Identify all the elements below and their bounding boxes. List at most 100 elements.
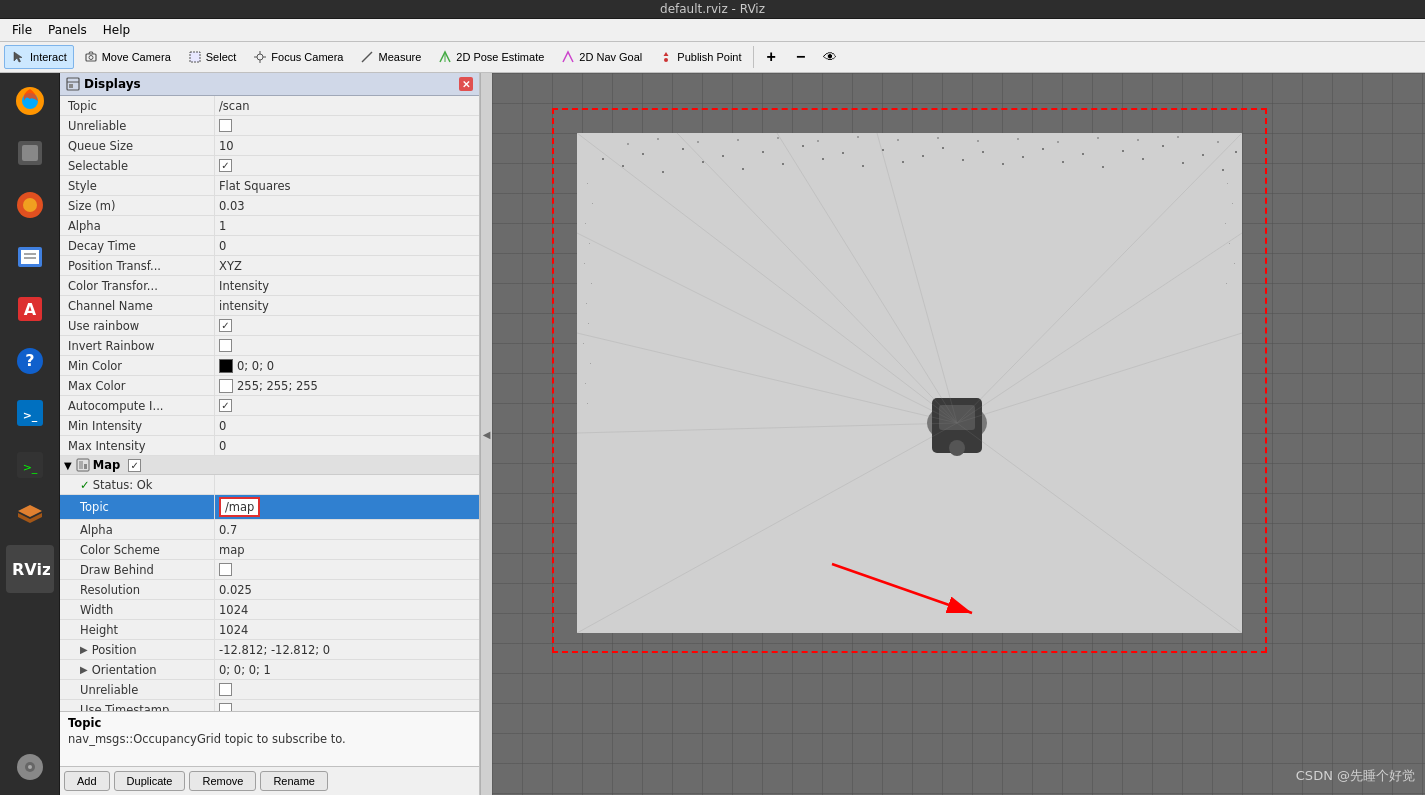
prop-max-color[interactable]: Max Color 255; 255; 255	[60, 376, 479, 396]
prop-value-use-rainbow[interactable]	[215, 316, 479, 335]
prop-value-max-color[interactable]: 255; 255; 255	[215, 376, 479, 395]
rename-button[interactable]: Rename	[260, 771, 328, 791]
prop-map-alpha[interactable]: Alpha 0.7	[60, 520, 479, 540]
max-color-swatch[interactable]	[219, 379, 233, 393]
map-enabled-checkbox[interactable]	[128, 459, 141, 472]
panel-collapse-handle[interactable]: ◀	[480, 73, 492, 795]
taskbar-item2[interactable]	[6, 129, 54, 177]
prop-value-min-color[interactable]: 0; 0; 0	[215, 356, 479, 375]
prop-selectable[interactable]: Selectable	[60, 156, 479, 176]
move-camera-button[interactable]: Move Camera	[76, 45, 178, 69]
prop-value-map-unreliable[interactable]	[215, 680, 479, 699]
prop-name-draw-behind: Draw Behind	[60, 560, 215, 579]
3d-viewport[interactable]: CSDN @先睡个好觉	[492, 73, 1425, 795]
taskbar-item6[interactable]: ?	[6, 337, 54, 385]
prop-map-topic[interactable]: Topic /map	[60, 495, 479, 520]
add-button[interactable]: Add	[64, 771, 110, 791]
svg-rect-74	[590, 363, 591, 364]
prop-min-color[interactable]: Min Color 0; 0; 0	[60, 356, 479, 376]
prop-autocompute[interactable]: Autocompute I...	[60, 396, 479, 416]
prop-size[interactable]: Size (m) 0.03	[60, 196, 479, 216]
zoom-out-button[interactable]: −	[787, 46, 814, 68]
position-expand-arrow[interactable]: ▶	[80, 644, 88, 655]
use-rainbow-checkbox[interactable]	[219, 319, 232, 332]
prop-width[interactable]: Width 1024	[60, 600, 479, 620]
prop-use-timestamp[interactable]: Use Timestamp	[60, 700, 479, 711]
zoom-in-button[interactable]: +	[758, 46, 785, 68]
prop-channel-name[interactable]: Channel Name intensity	[60, 296, 479, 316]
selectable-checkbox[interactable]	[219, 159, 232, 172]
prop-value-autocompute[interactable]	[215, 396, 479, 415]
svg-rect-60	[1057, 141, 1059, 143]
map-topic-box[interactable]: /map	[219, 497, 260, 517]
prop-height[interactable]: Height 1024	[60, 620, 479, 640]
prop-decay-time[interactable]: Decay Time 0	[60, 236, 479, 256]
prop-value-use-timestamp[interactable]	[215, 700, 479, 711]
prop-name-unreliable: Unreliable	[60, 116, 215, 135]
taskbar-terminal[interactable]: >_	[6, 441, 54, 489]
prop-color-scheme[interactable]: Color Scheme map	[60, 540, 479, 560]
displays-content[interactable]: Topic /scan Unreliable Queue Size 10 Sel…	[60, 96, 479, 711]
prop-map-unreliable[interactable]: Unreliable	[60, 680, 479, 700]
orientation-expand-arrow[interactable]: ▶	[80, 664, 88, 675]
prop-queuesize[interactable]: Queue Size 10	[60, 136, 479, 156]
prop-invert-rainbow[interactable]: Invert Rainbow	[60, 336, 479, 356]
prop-draw-behind[interactable]: Draw Behind	[60, 560, 479, 580]
publish-point-button[interactable]: Publish Point	[651, 45, 748, 69]
taskbar-layers[interactable]	[6, 493, 54, 541]
2d-pose-button[interactable]: 2D Pose Estimate	[430, 45, 551, 69]
svg-rect-118	[1062, 161, 1064, 163]
prop-color-transf[interactable]: Color Transfor... Intensity	[60, 276, 479, 296]
svg-rect-70	[591, 283, 592, 284]
toolbar: Interact Move Camera Select Focus Camera…	[0, 42, 1425, 73]
menu-file[interactable]: File	[4, 21, 40, 39]
remove-button[interactable]: Remove	[189, 771, 256, 791]
taskbar-item4[interactable]	[6, 233, 54, 281]
prop-resolution[interactable]: Resolution 0.025	[60, 580, 479, 600]
taskbar-item3[interactable]	[6, 181, 54, 229]
focus-camera-button[interactable]: Focus Camera	[245, 45, 350, 69]
select-button[interactable]: Select	[180, 45, 244, 69]
prop-use-rainbow[interactable]: Use rainbow	[60, 316, 479, 336]
unreliable-checkbox[interactable]	[219, 119, 232, 132]
svg-rect-58	[977, 140, 979, 142]
map-section-header[interactable]: ▼ Map	[60, 456, 479, 475]
view-button[interactable]: 👁	[816, 45, 844, 69]
use-timestamp-checkbox[interactable]	[219, 703, 232, 711]
taskbar-vscode[interactable]: >_	[6, 389, 54, 437]
prop-value-selectable[interactable]	[215, 156, 479, 175]
nav-icon	[560, 49, 576, 65]
prop-value-draw-behind[interactable]	[215, 560, 479, 579]
prop-value-invert-rainbow[interactable]	[215, 336, 479, 355]
move-camera-label: Move Camera	[102, 51, 171, 63]
panel-close-button[interactable]: ✕	[459, 77, 473, 91]
prop-max-intensity[interactable]: Max Intensity 0	[60, 436, 479, 456]
measure-button[interactable]: Measure	[352, 45, 428, 69]
prop-topic[interactable]: Topic /scan	[60, 96, 479, 116]
draw-behind-checkbox[interactable]	[219, 563, 232, 576]
duplicate-button[interactable]: Duplicate	[114, 771, 186, 791]
prop-min-intensity[interactable]: Min Intensity 0	[60, 416, 479, 436]
taskbar-disc[interactable]	[6, 743, 54, 791]
invert-rainbow-checkbox[interactable]	[219, 339, 232, 352]
autocompute-checkbox[interactable]	[219, 399, 232, 412]
2d-nav-button[interactable]: 2D Nav Goal	[553, 45, 649, 69]
min-color-swatch[interactable]	[219, 359, 233, 373]
prop-map-status[interactable]: ✓ Status: Ok	[60, 475, 479, 495]
menu-panels[interactable]: Panels	[40, 21, 95, 39]
taskbar-firefox[interactable]	[6, 77, 54, 125]
taskbar-item5[interactable]: A	[6, 285, 54, 333]
menu-help[interactable]: Help	[95, 21, 138, 39]
map-unreliable-checkbox[interactable]	[219, 683, 232, 696]
prop-style[interactable]: Style Flat Squares	[60, 176, 479, 196]
taskbar-rviz[interactable]: RViz	[6, 545, 54, 593]
prop-unreliable[interactable]: Unreliable	[60, 116, 479, 136]
prop-value-unreliable[interactable]	[215, 116, 479, 135]
prop-alpha[interactable]: Alpha 1	[60, 216, 479, 236]
prop-position[interactable]: ▶ Position -12.812; -12.812; 0	[60, 640, 479, 660]
prop-position-transf[interactable]: Position Transf... XYZ	[60, 256, 479, 276]
interact-button[interactable]: Interact	[4, 45, 74, 69]
prop-value-map-topic[interactable]: /map	[215, 495, 479, 519]
prop-orientation[interactable]: ▶ Orientation 0; 0; 0; 1	[60, 660, 479, 680]
svg-rect-56	[897, 139, 899, 141]
